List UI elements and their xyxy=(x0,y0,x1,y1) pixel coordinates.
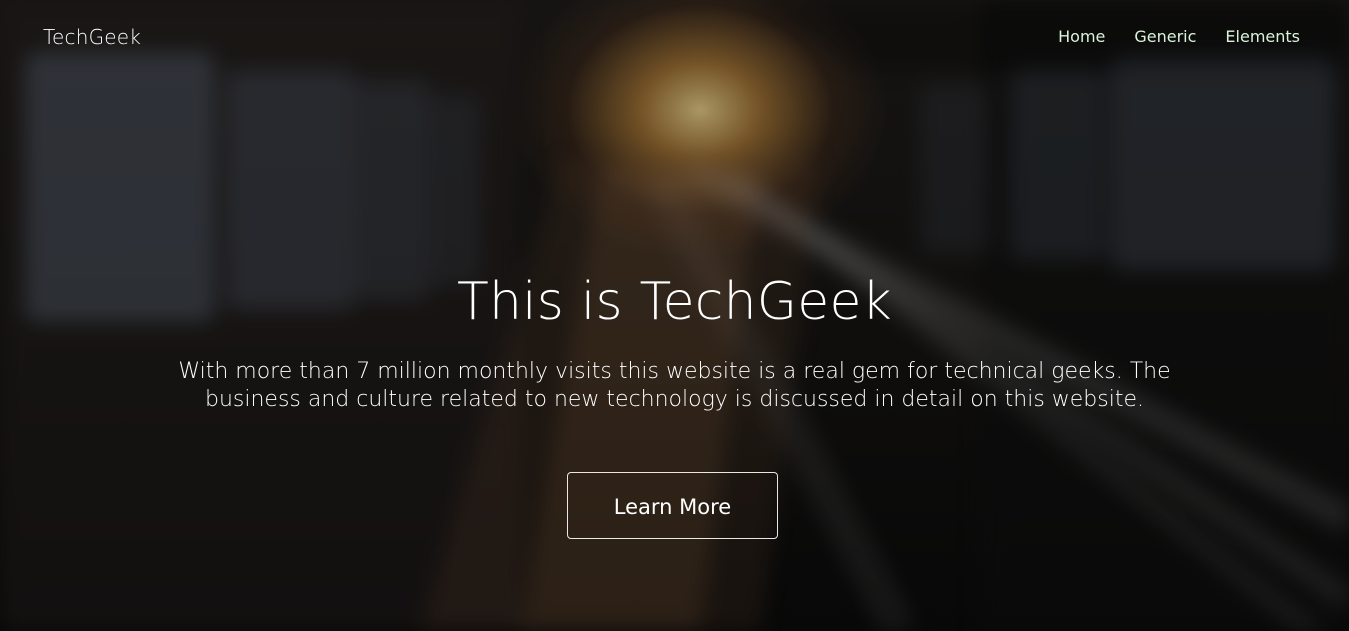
main-navigation: Home Generic Elements xyxy=(1058,26,1300,48)
site-logo-link[interactable]: TechGeek xyxy=(43,25,141,49)
learn-more-button[interactable]: Learn More xyxy=(567,472,778,539)
hero-description: With more than 7 million monthly visits … xyxy=(178,359,1171,412)
hero-content: This is TechGeek With more than 7 millio… xyxy=(0,274,1349,414)
nav-link-home[interactable]: Home xyxy=(1058,26,1105,48)
nav-link-elements[interactable]: Elements xyxy=(1225,26,1300,48)
hero-section: TechGeek Home Generic Elements This is T… xyxy=(0,0,1349,631)
nav-link-generic[interactable]: Generic xyxy=(1134,26,1196,48)
page-title: This is TechGeek xyxy=(457,272,892,332)
